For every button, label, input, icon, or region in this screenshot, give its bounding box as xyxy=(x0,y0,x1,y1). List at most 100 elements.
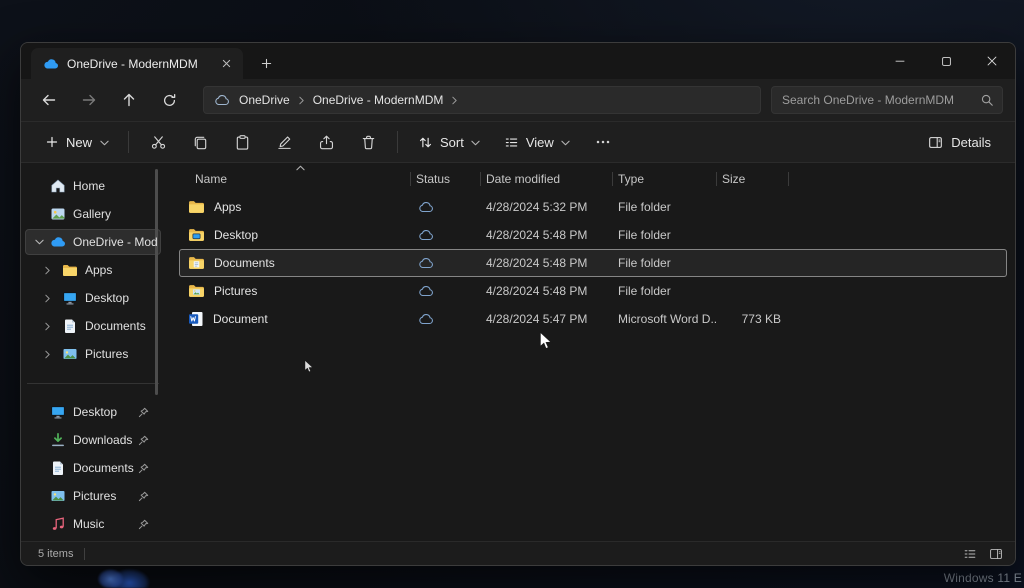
search-input[interactable] xyxy=(782,93,980,107)
sidebar-pinned-pictures[interactable]: Pictures xyxy=(21,482,171,510)
status-bar: 5 items xyxy=(21,541,1015,565)
breadcrumb-current[interactable]: OneDrive - ModernMDM xyxy=(313,93,444,107)
search-icon xyxy=(980,93,994,107)
sidebar-item-label: Music xyxy=(73,517,104,531)
table-row-selected[interactable]: Documents 4/28/2024 5:48 PM File folder xyxy=(179,249,1007,277)
delete-button[interactable] xyxy=(348,126,388,158)
sidebar-item-label: Pictures xyxy=(85,347,128,361)
sidebar-item-pictures[interactable]: Pictures xyxy=(21,340,171,368)
window-body: Home Gallery OneDrive - Mod xyxy=(21,163,1015,541)
forward-button[interactable] xyxy=(73,84,105,116)
chevron-right-icon xyxy=(452,96,457,105)
view-button[interactable]: View xyxy=(494,126,580,158)
sidebar-item-onedrive[interactable]: OneDrive - Mod xyxy=(21,228,171,256)
pin-icon xyxy=(138,519,149,530)
chevron-right-icon[interactable] xyxy=(45,322,50,331)
document-icon xyxy=(62,318,78,334)
sidebar-item-label: Desktop xyxy=(73,405,117,419)
toolbar-separator xyxy=(128,131,129,153)
rename-button[interactable] xyxy=(264,126,304,158)
pin-icon xyxy=(138,407,149,418)
sort-icon xyxy=(418,135,433,150)
breadcrumb-root[interactable]: OneDrive xyxy=(239,93,290,107)
toolbar-separator xyxy=(397,131,398,153)
statusbar-divider xyxy=(84,548,85,560)
copy-button[interactable] xyxy=(180,126,220,158)
table-row[interactable]: Document 4/28/2024 5:47 PM Microsoft Wor… xyxy=(179,305,1007,333)
column-header-name[interactable]: Name xyxy=(179,167,411,191)
onedrive-cloud-icon xyxy=(50,237,66,247)
search-box[interactable] xyxy=(771,86,1003,114)
cloud-icon xyxy=(214,95,230,106)
sidebar-item-label: Gallery xyxy=(73,207,111,221)
word-document-icon xyxy=(188,311,204,327)
details-button[interactable]: Details xyxy=(918,126,1001,158)
file-list: Name Status Date modified Type Size Apps… xyxy=(171,163,1015,541)
chevron-down-icon[interactable] xyxy=(35,239,44,245)
up-button[interactable] xyxy=(113,84,145,116)
chevron-right-icon[interactable] xyxy=(45,266,50,275)
documents-folder-icon xyxy=(188,256,205,270)
sort-button-label: Sort xyxy=(440,135,464,150)
sidebar-item-label: Documents xyxy=(73,461,134,475)
document-icon xyxy=(50,460,66,476)
back-button[interactable] xyxy=(33,84,65,116)
tab-close-button[interactable] xyxy=(217,55,235,73)
list-view-icon[interactable] xyxy=(961,546,979,562)
sidebar-item-documents[interactable]: Documents xyxy=(21,312,171,340)
sidebar-pinned-downloads[interactable]: Downloads xyxy=(21,426,171,454)
maximize-button[interactable] xyxy=(923,43,969,79)
sidebar-scrollbar[interactable] xyxy=(155,169,158,395)
share-button[interactable] xyxy=(306,126,346,158)
pictures-folder-icon xyxy=(188,284,205,298)
chevron-right-icon[interactable] xyxy=(45,350,50,359)
sidebar-item-gallery[interactable]: Gallery xyxy=(21,200,171,228)
cloud-status-icon xyxy=(411,258,481,269)
downloads-icon xyxy=(50,432,66,448)
tab-title: OneDrive - ModernMDM xyxy=(67,57,209,71)
table-row[interactable]: Desktop 4/28/2024 5:48 PM File folder xyxy=(179,221,1007,249)
sidebar-pinned-music[interactable]: Music xyxy=(21,510,171,538)
new-tab-button[interactable] xyxy=(253,50,279,76)
sidebar-item-label: Desktop xyxy=(85,291,129,305)
view-button-label: View xyxy=(526,135,554,150)
folder-icon xyxy=(62,264,78,277)
close-button[interactable] xyxy=(969,43,1015,79)
more-options-button[interactable] xyxy=(583,126,623,158)
sidebar-item-label: Apps xyxy=(85,263,112,277)
column-header-status[interactable]: Status xyxy=(411,167,481,191)
sort-button[interactable]: Sort xyxy=(408,126,490,158)
cut-button[interactable] xyxy=(138,126,178,158)
item-count: 5 items xyxy=(38,548,73,560)
sidebar-item-apps[interactable]: Apps xyxy=(21,256,171,284)
file-explorer-window: OneDrive - ModernMDM OneDrive OneDrive -… xyxy=(20,42,1016,566)
column-header-size[interactable]: Size xyxy=(717,167,789,191)
details-view-icon[interactable] xyxy=(987,546,1005,562)
cloud-status-icon xyxy=(411,202,481,213)
paste-button[interactable] xyxy=(222,126,262,158)
sidebar-pinned-desktop[interactable]: Desktop xyxy=(21,398,171,426)
sidebar-item-label: Downloads xyxy=(73,433,132,447)
column-header-type[interactable]: Type xyxy=(613,167,717,191)
minimize-button[interactable] xyxy=(877,43,923,79)
sidebar-pinned-documents[interactable]: Documents xyxy=(21,454,171,482)
cloud-status-icon xyxy=(411,230,481,241)
windows-watermark: Windows 11 E xyxy=(944,571,1022,585)
view-icon xyxy=(504,135,519,150)
chevron-right-icon[interactable] xyxy=(45,294,50,303)
sidebar-item-desktop[interactable]: Desktop xyxy=(21,284,171,312)
table-row[interactable]: Pictures 4/28/2024 5:48 PM File folder xyxy=(179,277,1007,305)
table-row[interactable]: Apps 4/28/2024 5:32 PM File folder xyxy=(179,193,1007,221)
sidebar-item-label: Home xyxy=(73,179,105,193)
explorer-tab[interactable]: OneDrive - ModernMDM xyxy=(31,48,243,79)
chevron-right-icon xyxy=(299,96,304,105)
sidebar-item-home[interactable]: Home xyxy=(21,172,171,200)
breadcrumb[interactable]: OneDrive OneDrive - ModernMDM xyxy=(203,86,761,114)
navigation-bar: OneDrive OneDrive - ModernMDM xyxy=(21,79,1015,121)
music-icon xyxy=(50,516,66,532)
sidebar-item-label: Documents xyxy=(85,319,146,333)
refresh-button[interactable] xyxy=(153,84,185,116)
plus-icon xyxy=(46,136,58,148)
new-button[interactable]: New xyxy=(35,126,120,158)
column-header-date-modified[interactable]: Date modified xyxy=(481,167,613,191)
